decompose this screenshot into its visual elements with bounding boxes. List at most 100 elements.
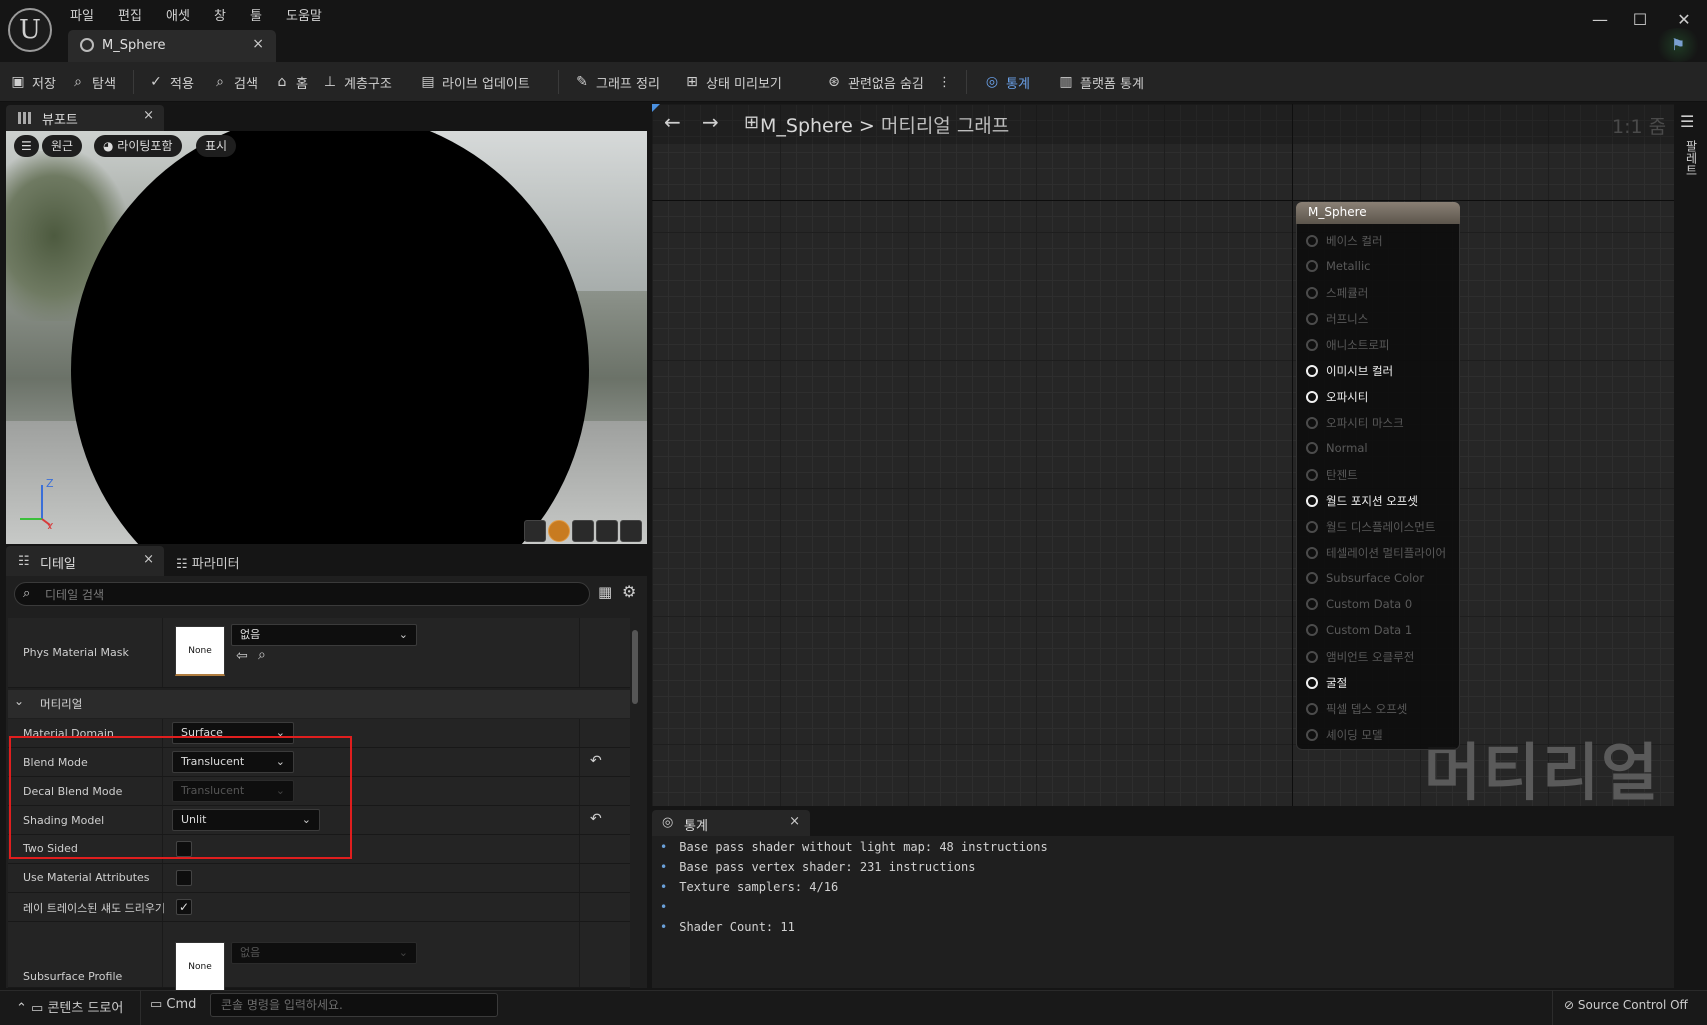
pin-connector-icon[interactable] — [1306, 365, 1318, 377]
preview-custom-mesh-button[interactable] — [620, 520, 642, 542]
search-button[interactable]: ⌕ 검색 — [212, 62, 258, 102]
menu-asset[interactable]: 애셋 — [166, 5, 190, 25]
reset-to-default-icon[interactable]: ↶ — [590, 753, 602, 769]
preview-sphere-button[interactable] — [548, 520, 570, 542]
node-input-pin[interactable]: 베이스 컬러 — [1306, 233, 1383, 251]
palette-list-icon[interactable]: ☰ — [1680, 112, 1694, 131]
maximize-button[interactable]: ☐ — [1620, 8, 1660, 32]
ray-traced-shadows-checkbox[interactable]: ✓ — [176, 899, 192, 915]
node-input-pin[interactable]: 오파시티 마스크 — [1306, 415, 1404, 433]
pin-connector-icon[interactable] — [1306, 572, 1318, 584]
tab-stats[interactable]: ◎ 통계 × — [652, 810, 810, 836]
pin-connector-icon[interactable] — [1306, 442, 1318, 454]
stats-button[interactable]: ◎ 통계 — [984, 62, 1030, 102]
pin-connector-icon[interactable] — [1306, 521, 1318, 533]
pin-connector-icon[interactable] — [1306, 677, 1318, 689]
apply-button[interactable]: ✓ 적용 — [148, 62, 194, 102]
phys-material-mask-dropdown[interactable]: 없음 ⌄ — [231, 624, 417, 646]
menu-file[interactable]: 파일 — [70, 5, 94, 25]
pin-connector-icon[interactable] — [1306, 313, 1318, 325]
palette-tab[interactable]: 팔레트 — [1680, 140, 1700, 176]
more-options-button[interactable]: ⋮ — [938, 62, 951, 102]
pin-connector-icon[interactable] — [1306, 235, 1318, 247]
pin-connector-icon[interactable] — [1306, 651, 1318, 663]
node-input-pin[interactable]: 셰이딩 모델 — [1306, 727, 1383, 745]
tab-viewport-close-icon[interactable]: × — [143, 108, 154, 123]
node-input-pin[interactable]: 스페큘러 — [1306, 285, 1368, 303]
pin-connector-icon[interactable] — [1306, 391, 1318, 403]
document-tab[interactable]: M_Sphere × — [68, 30, 276, 62]
pin-connector-icon[interactable] — [1306, 469, 1318, 481]
use-material-attributes-checkbox[interactable] — [176, 870, 192, 886]
pin-connector-icon[interactable] — [1306, 624, 1318, 636]
pin-connector-icon[interactable] — [1306, 547, 1318, 559]
forward-arrow-icon[interactable]: → — [702, 110, 719, 134]
details-search-input[interactable]: ⌕ 디테일 검색 — [14, 582, 590, 606]
tab-stats-close-icon[interactable]: × — [789, 814, 800, 829]
tab-details-close-icon[interactable]: × — [143, 552, 154, 567]
tab-parameters[interactable]: ☷ 파라미터 — [176, 553, 240, 572]
save-button[interactable]: ▣ 저장 — [10, 62, 56, 102]
node-input-pin[interactable]: 앰비언트 오클루전 — [1306, 649, 1414, 667]
section-header-material[interactable]: ⌄ 머티리얼 — [8, 690, 630, 718]
tab-details[interactable]: ☷ 디테일 × — [6, 546, 164, 576]
console-command-input[interactable]: 콘솔 명령을 입력하세요. — [210, 993, 498, 1017]
node-input-pin[interactable]: 탄젠트 — [1306, 467, 1358, 485]
preview-plane-button[interactable] — [572, 520, 594, 542]
menu-tools[interactable]: 툴 — [250, 5, 262, 25]
tab-viewport[interactable]: 뷰포트 × — [6, 105, 164, 131]
pin-connector-icon[interactable] — [1306, 287, 1318, 299]
platform-stats-button[interactable]: ▥ 플랫폼 통계 — [1058, 62, 1144, 102]
node-input-pin[interactable]: Custom Data 0 — [1306, 597, 1412, 615]
lighting-mode-button[interactable]: ◕ 라이팅포함 — [94, 135, 182, 157]
minimize-button[interactable]: — — [1580, 8, 1620, 32]
node-input-pin[interactable]: Custom Data 1 — [1306, 623, 1412, 641]
clean-graph-button[interactable]: ✎ 그래프 정리 — [574, 62, 660, 102]
menu-edit[interactable]: 편집 — [118, 5, 142, 25]
user-avatar-icon[interactable]: ⚑ — [1654, 28, 1702, 62]
pin-connector-icon[interactable] — [1306, 260, 1318, 272]
preview-state-button[interactable]: ⊞ 상태 미리보기 — [684, 62, 782, 102]
show-button[interactable]: 표시 — [196, 135, 237, 157]
node-input-pin[interactable]: Normal — [1306, 441, 1368, 459]
pin-connector-icon[interactable] — [1306, 339, 1318, 351]
cmd-button[interactable]: ▭ Cmd — [150, 997, 196, 1012]
content-drawer-button[interactable]: ⌃ ▭ 콘텐츠 드로어 — [16, 997, 123, 1016]
browse-asset-icon[interactable]: ⌕ — [258, 647, 266, 663]
pin-connector-icon[interactable] — [1306, 729, 1318, 741]
pin-connector-icon[interactable] — [1306, 703, 1318, 715]
asset-thumbnail[interactable]: None — [175, 626, 225, 676]
use-selected-icon[interactable]: ⇦ — [236, 648, 248, 664]
live-update-button[interactable]: ▤ 라이브 업데이트 — [420, 62, 529, 102]
gear-icon[interactable]: ⚙ — [622, 582, 636, 601]
browse-button[interactable]: ⌕ 탐색 — [70, 62, 116, 102]
menu-window[interactable]: 창 — [214, 5, 226, 25]
breadcrumb-asset[interactable]: M_Sphere — [760, 115, 853, 137]
hide-unrelated-button[interactable]: ⊛ 관련없음 숨김 — [826, 62, 924, 102]
node-input-pin[interactable]: Metallic — [1306, 259, 1370, 277]
node-input-pin[interactable]: 애니소트로피 — [1306, 337, 1389, 355]
back-arrow-icon[interactable]: ← — [664, 110, 681, 134]
unreal-logo-icon[interactable]: U — [8, 8, 52, 52]
document-tab-close-icon[interactable]: × — [252, 36, 264, 52]
node-input-pin[interactable]: 월드 디스플레이스먼트 — [1306, 519, 1435, 537]
reset-to-default-icon[interactable]: ↶ — [590, 811, 602, 827]
preview-cylinder-button[interactable] — [524, 520, 546, 542]
viewport-menu-button[interactable]: ☰ — [14, 135, 39, 157]
menu-help[interactable]: 도움말 — [286, 5, 322, 25]
node-input-pin[interactable]: 월드 포지션 오프셋 — [1306, 493, 1418, 511]
home-button[interactable]: ⌂ 홈 — [274, 62, 308, 102]
source-control-button[interactable]: ⊘ Source Control Off — [1564, 998, 1688, 1012]
material-graph-canvas[interactable] — [652, 104, 1674, 806]
preview-cube-button[interactable] — [596, 520, 618, 542]
details-scrollbar[interactable] — [632, 630, 638, 704]
node-input-pin[interactable]: 이미시브 컬러 — [1306, 363, 1393, 381]
table-view-icon[interactable]: ▦ — [598, 583, 612, 601]
node-input-pin[interactable]: 러프니스 — [1306, 311, 1368, 329]
material-preview-viewport[interactable]: Z X — [6, 131, 647, 544]
node-input-pin[interactable]: 굴절 — [1306, 675, 1347, 693]
pin-connector-icon[interactable] — [1306, 495, 1318, 507]
perspective-button[interactable]: 원근 — [42, 135, 83, 157]
pin-connector-icon[interactable] — [1306, 598, 1318, 610]
pin-connector-icon[interactable] — [1306, 417, 1318, 429]
